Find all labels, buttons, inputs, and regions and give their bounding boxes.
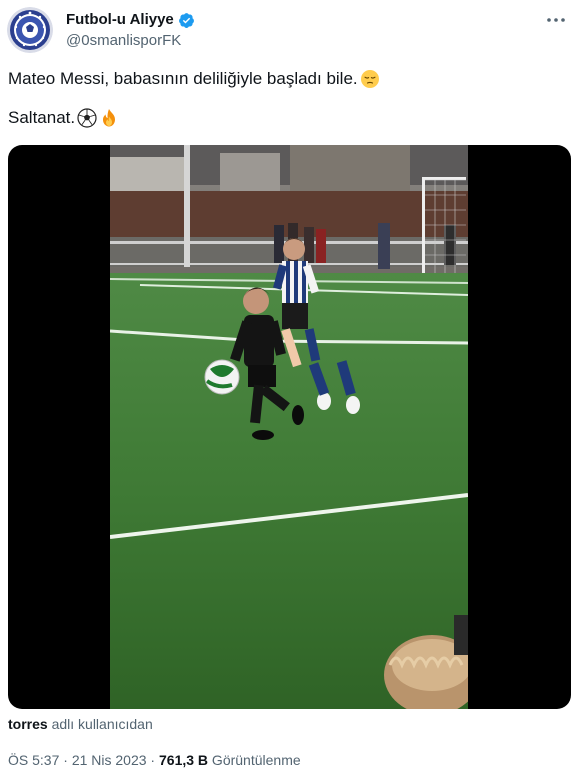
- tweet-video[interactable]: [8, 145, 571, 709]
- meta-separator: ·: [146, 752, 159, 768]
- tweet-meta: ÖS 5:37 · 21 Nis 2023 · 761,3 B Görüntül…: [8, 751, 301, 769]
- author-avatar[interactable]: [7, 7, 53, 53]
- pensive-face-emoji: [360, 70, 379, 88]
- more-horizontal-icon[interactable]: [544, 8, 568, 32]
- tweet-time[interactable]: ÖS 5:37: [8, 752, 59, 768]
- soccer-ball-emoji: [77, 108, 97, 128]
- author-handle[interactable]: @0smanlisporFK: [66, 32, 181, 50]
- tweet-line-2: Saltanat.: [8, 107, 568, 129]
- video-attribution: torres adlı kullanıcıdan: [8, 715, 153, 733]
- verified-badge-icon[interactable]: [178, 12, 195, 29]
- tweet-text: Mateo Messi, babasının deliliğiyle başla…: [8, 68, 568, 129]
- author-name-row: Futbol-u Aliyye: [66, 11, 195, 29]
- tweet-line-1: Mateo Messi, babasının deliliğiyle başla…: [8, 68, 568, 90]
- tweet-header: Futbol-u Aliyye @0smanlisporFK: [0, 0, 578, 64]
- views-label: Görüntülenme: [208, 752, 301, 768]
- attribution-user-link[interactable]: torres: [8, 716, 48, 732]
- fire-emoji: [103, 109, 116, 127]
- tweet-date[interactable]: 21 Nis 2023: [72, 752, 147, 768]
- video-frame-image: [110, 145, 468, 709]
- attribution-suffix: adlı kullanıcıdan: [47, 716, 153, 732]
- meta-separator: ·: [59, 752, 72, 768]
- club-crest-icon: [7, 7, 53, 53]
- tweet-line-1-text: Mateo Messi, babasının deliliğiyle başla…: [8, 69, 358, 88]
- views-count[interactable]: 761,3 B: [159, 752, 208, 768]
- author-display-name[interactable]: Futbol-u Aliyye: [66, 11, 174, 29]
- tweet-line-2-text: Saltanat.: [8, 108, 76, 127]
